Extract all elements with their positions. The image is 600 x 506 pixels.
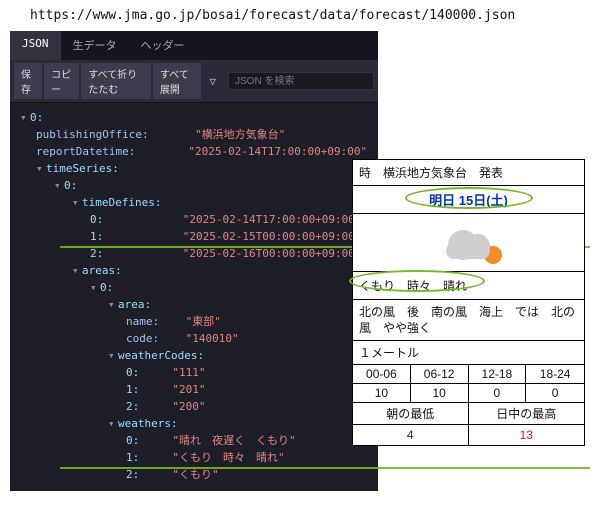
expand-all-button[interactable]: すべて展開: [153, 63, 201, 99]
key-reportDatetime: reportDatetime:: [36, 145, 135, 158]
wind-text: 北の風 後 南の風 海上 では 北の風 やや強く: [353, 300, 584, 341]
pop-h-00-06: 00-06: [353, 365, 411, 384]
tab-json[interactable]: JSON: [10, 31, 61, 60]
tab-raw[interactable]: 生データ: [61, 31, 129, 60]
key-publishingOffice: publishingOffice:: [36, 128, 149, 141]
twisty-icon[interactable]: ▾: [20, 109, 30, 126]
card-day-row: 明日 15日(土): [353, 186, 584, 214]
viewer-tabs: JSON 生データ ヘッダー: [10, 31, 378, 60]
temp-high: 13: [469, 425, 585, 445]
temp-low: 4: [353, 425, 469, 445]
filter-icon[interactable]: ▽: [203, 73, 222, 90]
wave-text: １メートル: [353, 341, 584, 365]
key-timeSeries: timeSeries:: [46, 162, 119, 175]
pop-v-00-06: 10: [353, 384, 411, 402]
key-timeDefines: timeDefines:: [82, 196, 161, 209]
pop-table: 00-06 06-12 12-18 18-24 10 10 0 0: [353, 365, 584, 403]
temp-low-header: 朝の最低: [353, 403, 469, 425]
twisty-icon[interactable]: ▾: [36, 160, 46, 177]
pop-h-06-12: 06-12: [411, 365, 469, 384]
weather-card: 時 横浜地方気象台 発表 明日 15日(土) くもり 時々 晴れ 北の風 後 南…: [352, 159, 585, 446]
weather-text-row: くもり 時々 晴れ: [353, 272, 584, 300]
forecast-day: 明日 15日(土): [429, 190, 508, 209]
twisty-icon[interactable]: ▾: [108, 347, 118, 364]
cloud-sun-icon: [444, 228, 494, 258]
copy-button[interactable]: コピー: [44, 63, 79, 99]
pop-v-18-24: 0: [526, 384, 584, 402]
pop-h-12-18: 12-18: [469, 365, 527, 384]
key-weathers: weathers:: [118, 417, 178, 430]
twisty-icon[interactable]: ▾: [72, 262, 82, 279]
twisty-icon[interactable]: ▾: [72, 194, 82, 211]
viewer-toolbar: 保存 コピー すべて折りたたむ すべて展開 ▽: [10, 60, 378, 103]
key-area: area:: [118, 298, 151, 311]
twisty-icon[interactable]: ▾: [90, 279, 100, 296]
temp-table: 朝の最低 日中の最高 4 13: [353, 403, 584, 445]
collapse-all-button[interactable]: すべて折りたたむ: [81, 63, 151, 99]
weather-text: くもり 時々 晴れ: [359, 279, 467, 293]
temp-high-header: 日中の最高: [469, 403, 585, 425]
twisty-icon[interactable]: ▾: [54, 177, 64, 194]
val-reportDatetime: "2025-02-14T17:00:00+09:00": [188, 145, 367, 158]
weather-icon: [353, 214, 584, 272]
pop-v-12-18: 0: [469, 384, 527, 402]
twisty-icon[interactable]: ▾: [108, 415, 118, 432]
pop-v-06-12: 10: [411, 384, 469, 402]
tab-headers[interactable]: ヘッダー: [129, 31, 197, 60]
source-url: https://www.jma.go.jp/bosai/forecast/dat…: [0, 0, 600, 31]
key-weatherCodes: weatherCodes:: [118, 349, 204, 362]
save-button[interactable]: 保存: [14, 63, 42, 99]
twisty-icon[interactable]: ▾: [108, 296, 118, 313]
val-publishingOffice: "横浜地方気象台": [195, 128, 285, 141]
json-viewer-panel: JSON 生データ ヘッダー 保存 コピー すべて折りたたむ すべて展開 ▽ ▾…: [10, 31, 378, 491]
search-input[interactable]: [228, 72, 374, 90]
card-header: 時 横浜地方気象台 発表: [353, 160, 584, 186]
pop-h-18-24: 18-24: [526, 365, 584, 384]
json-tree: ▾0: publishingOffice: "横浜地方気象台" reportDa…: [10, 103, 378, 489]
key-areas: areas:: [82, 264, 122, 277]
